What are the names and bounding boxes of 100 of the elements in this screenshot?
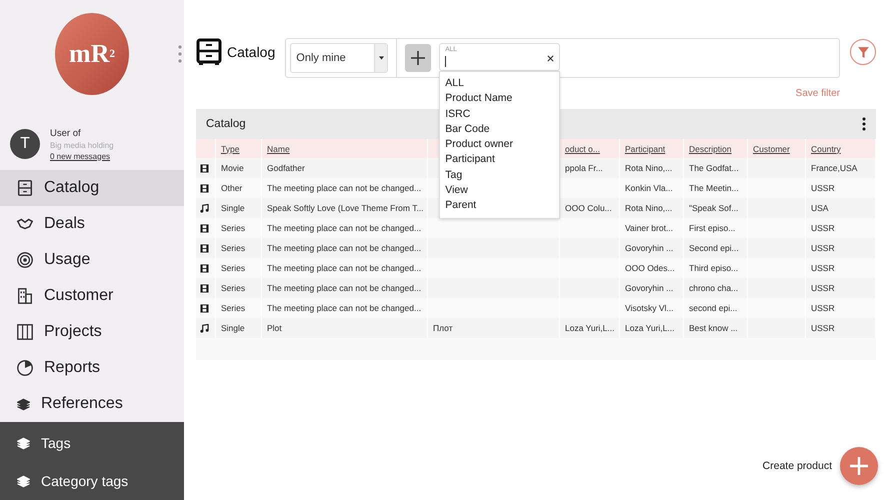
nav-item[interactable]: Customer	[0, 278, 184, 314]
create-product-label: Create product	[762, 460, 832, 472]
table-cell: The Godfat...	[689, 163, 739, 173]
table-title: Catalog	[206, 118, 246, 130]
table-cell: second epi...	[689, 303, 738, 313]
nav-item[interactable]: Usage	[0, 242, 184, 278]
table-cell: Rota Nino,...	[625, 203, 672, 213]
nav-item[interactable]: Projects	[0, 314, 184, 350]
music-note-icon	[200, 204, 209, 212]
table-cell: Series	[221, 243, 246, 253]
table-cell: The meeting place can not be changed...	[267, 243, 422, 253]
table-cell: The meeting place can not be changed...	[267, 263, 422, 273]
menu-option[interactable]: ALL	[445, 76, 554, 92]
table-cell: USSR	[811, 303, 835, 313]
table-cell: USSR	[811, 283, 835, 293]
column-header[interactable]: Country	[811, 144, 841, 154]
table-cell: OOO Colu...	[565, 203, 612, 213]
cabinet-icon	[16, 179, 34, 197]
table-cell: Series	[221, 303, 246, 313]
table-cell: Govoryhin ...	[625, 243, 674, 253]
page-title: Catalog	[227, 43, 276, 60]
nav-item[interactable]: Reports	[0, 350, 184, 386]
nav-item[interactable]: Deals	[0, 206, 184, 242]
table-cell: The meeting place can not be changed...	[267, 283, 422, 293]
building-icon	[16, 287, 34, 305]
table-cell: The meeting place can not be changed...	[267, 223, 422, 233]
table-cell: "Speak Sof...	[689, 203, 738, 213]
table-cell: Best know ...	[689, 323, 738, 333]
caret-icon	[378, 56, 384, 60]
table-cell: USSR	[811, 183, 835, 193]
table-cell: Plot	[267, 323, 282, 333]
layers-icon	[16, 396, 31, 412]
scope-select[interactable]: Only mine	[290, 43, 388, 73]
user-name: User of	[50, 128, 82, 138]
add-filter-button[interactable]	[405, 44, 432, 72]
filter-button[interactable]	[850, 39, 876, 65]
table-cell: Плот	[433, 323, 453, 333]
table-cell: Single	[221, 323, 245, 333]
user-company: Big media holding	[50, 140, 114, 150]
column-header[interactable]: Type	[221, 144, 240, 154]
menu-option[interactable]: Parent	[445, 198, 554, 214]
table-cell: Movie	[221, 163, 244, 173]
messages-link[interactable]: 0 new messages	[50, 152, 114, 160]
table-cell: Konkin Vla...	[625, 183, 673, 193]
nav-item[interactable]: Catalog	[0, 170, 184, 206]
film-icon	[200, 304, 209, 312]
target-icon	[16, 251, 34, 269]
film-icon	[200, 224, 209, 232]
column-header[interactable]: Name	[267, 144, 290, 154]
table-cell: Other	[221, 183, 242, 193]
table-cell: Godfather	[267, 163, 305, 173]
table-cell: OOO Odes...	[625, 263, 675, 273]
menu-option[interactable]: Bar Code	[445, 122, 554, 138]
table-cell: USSR	[811, 223, 835, 233]
table-cell: Govoryhin ...	[625, 283, 674, 293]
table-cell: USSR	[811, 263, 835, 273]
column-header[interactable]: Customer	[753, 144, 790, 154]
more-icon[interactable]	[862, 117, 866, 131]
film-icon	[200, 244, 209, 252]
lockers-icon	[16, 323, 34, 341]
table-cell: Loza Yuri,L...	[625, 323, 674, 333]
close-icon[interactable]	[547, 55, 554, 62]
film-icon	[200, 284, 209, 292]
column-header[interactable]: oduct o...	[565, 144, 600, 154]
layers-icon	[16, 436, 31, 450]
table-cell: Loza Yuri,L...	[565, 323, 614, 333]
table-cell: USSR	[811, 323, 835, 333]
nav-subitem[interactable]: Tags	[0, 424, 184, 462]
menu-option[interactable]: Product owner	[445, 137, 554, 152]
table-cell: Visotsky Vl...	[625, 303, 674, 313]
table-cell: Third episo...	[689, 263, 738, 273]
menu-option[interactable]: Product Name	[445, 91, 554, 107]
table-cell: The meeting place can not be changed...	[267, 303, 422, 313]
cabinet-icon	[196, 38, 222, 66]
menu-option[interactable]: Tag	[445, 168, 554, 184]
column-header[interactable]: Participant	[625, 144, 666, 154]
music-note-icon	[200, 324, 209, 332]
drag-handle-icon[interactable]	[178, 45, 182, 63]
user-avatar: T	[10, 129, 40, 159]
column-header[interactable]: Description	[689, 144, 732, 154]
nav-item[interactable]: References	[0, 386, 184, 422]
layers-icon	[16, 474, 31, 488]
menu-option[interactable]: Participant	[445, 152, 554, 168]
plus-icon	[410, 50, 426, 66]
table-cell: ppola Fr...	[565, 163, 603, 173]
table-cell: Single	[221, 203, 245, 213]
film-icon	[200, 264, 209, 272]
table-cell: Series	[221, 223, 246, 233]
table-cell: Series	[221, 283, 246, 293]
film-icon	[200, 184, 209, 192]
logo: mR$^{2}$	[55, 13, 129, 95]
table-cell: Speak Softly Love (Love Theme From T...	[267, 203, 424, 213]
menu-option[interactable]: View	[445, 183, 554, 198]
create-product-button[interactable]	[840, 447, 878, 485]
menu-option[interactable]: ISRC	[445, 106, 554, 122]
table-cell: Second epi...	[689, 243, 739, 253]
nav-subitem[interactable]: Category tags	[0, 462, 184, 500]
funnel-icon	[856, 46, 870, 58]
table-cell: First episo...	[689, 223, 736, 233]
table-cell: The Meetin...	[689, 183, 739, 193]
